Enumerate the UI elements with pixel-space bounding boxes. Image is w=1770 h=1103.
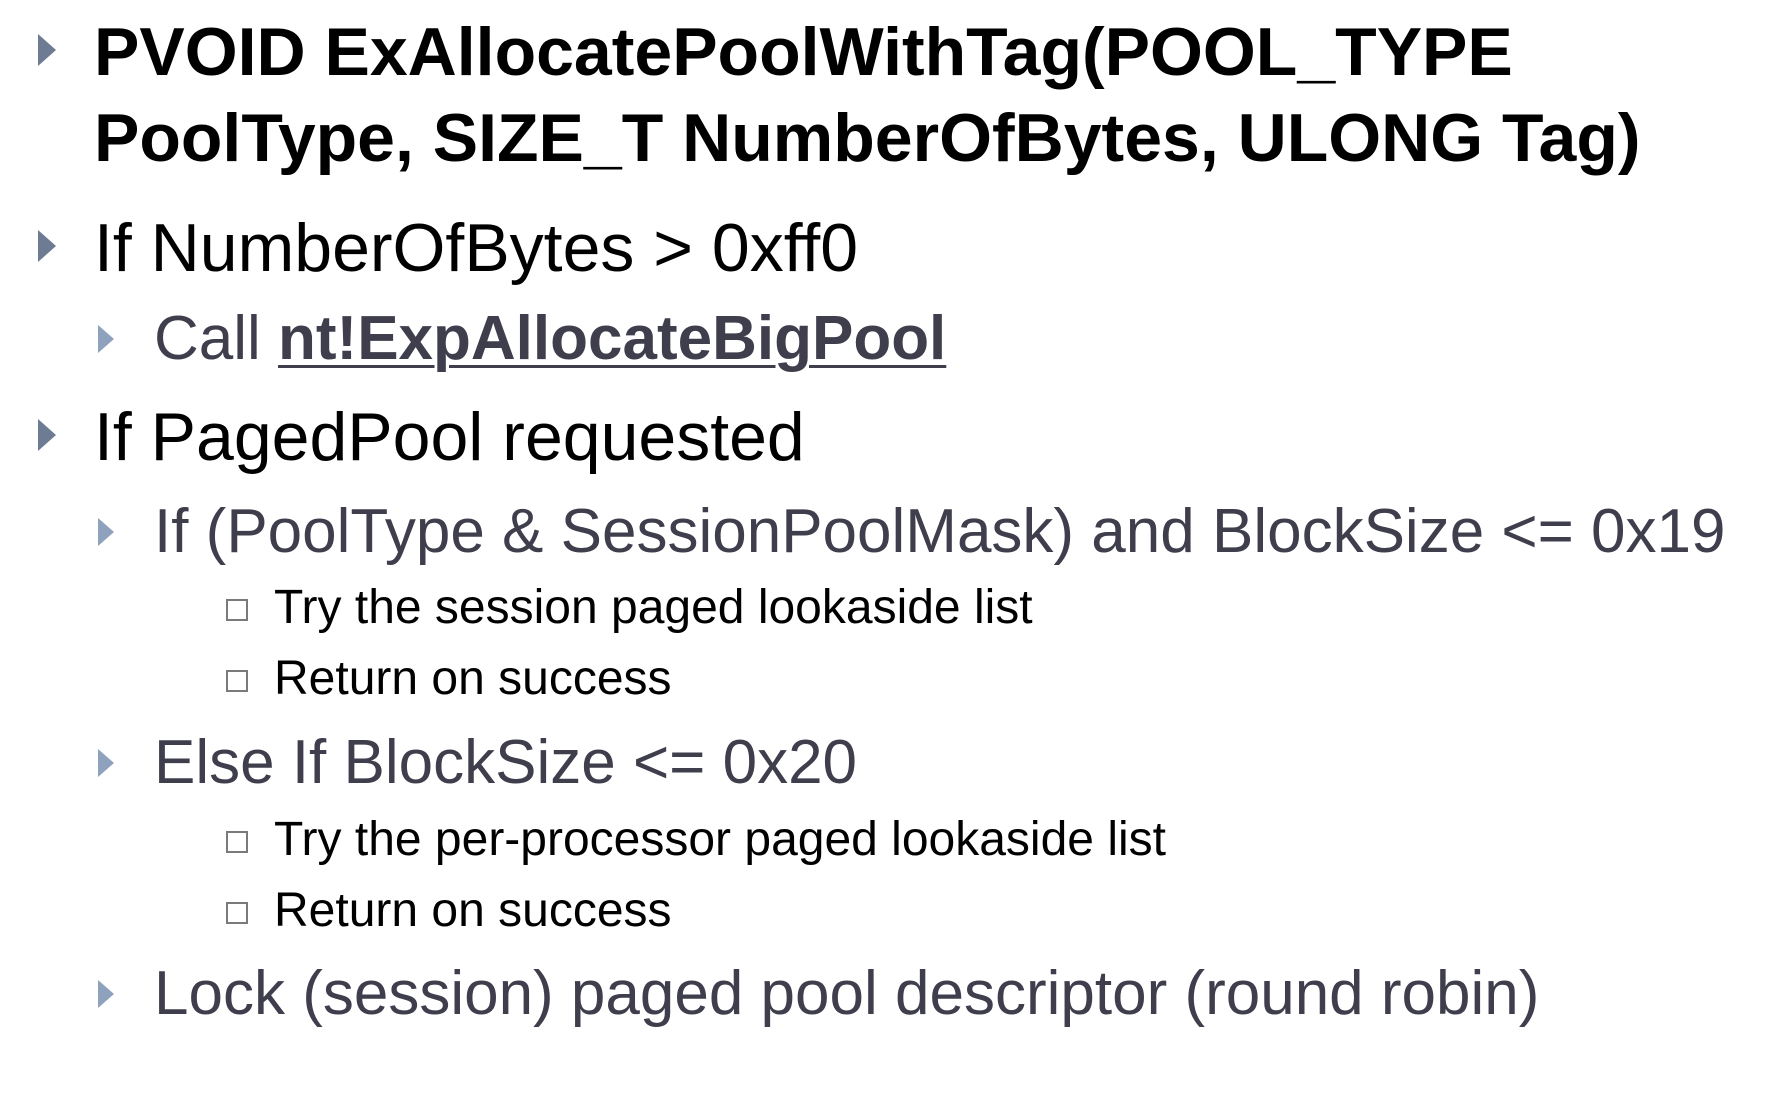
triangle-bullet-icon (98, 749, 114, 777)
triangle-bullet-icon (38, 419, 56, 451)
triangle-bullet-icon (38, 230, 56, 262)
bullet-lock-descriptor: Lock (session) paged pool descriptor (ro… (154, 959, 1540, 1028)
bullet-call-big-pool: Call nt!ExpAllocateBigPool (154, 301, 946, 377)
bullet-session-pool-mask: If (PoolType & SessionPoolMask) and Bloc… (154, 497, 1726, 566)
bullet-paged-pool: If PagedPool requested (94, 399, 805, 475)
function-signature-line-2: PoolType, SIZE_T NumberOfBytes, ULONG Ta… (94, 100, 1641, 176)
square-bullet-icon (226, 670, 248, 692)
bullet-per-processor-lookaside: Try the per-processor paged lookaside li… (274, 813, 1166, 866)
function-signature-line-1: PVOID ExAllocatePoolWithTag(POOL_TYPE (94, 14, 1513, 90)
square-bullet-icon (226, 831, 248, 853)
triangle-bullet-icon (98, 518, 114, 546)
call-prefix: Call (154, 304, 279, 373)
triangle-bullet-icon (38, 34, 56, 66)
bullet-else-if-blocksize: Else If BlockSize <= 0x20 (154, 728, 858, 797)
bullet-session-lookaside: Try the session paged lookaside list (274, 581, 1033, 634)
bullet-number-of-bytes: If NumberOfBytes > 0xff0 (94, 210, 859, 286)
square-bullet-icon (226, 599, 248, 621)
triangle-bullet-icon (98, 325, 114, 353)
exp-allocate-big-pool-link[interactable]: nt!ExpAllocateBigPool (278, 304, 946, 373)
square-bullet-icon (226, 902, 248, 924)
bullet-return-on-success: Return on success (274, 884, 672, 937)
triangle-bullet-icon (98, 980, 114, 1008)
bullet-return-on-success: Return on success (274, 652, 672, 705)
